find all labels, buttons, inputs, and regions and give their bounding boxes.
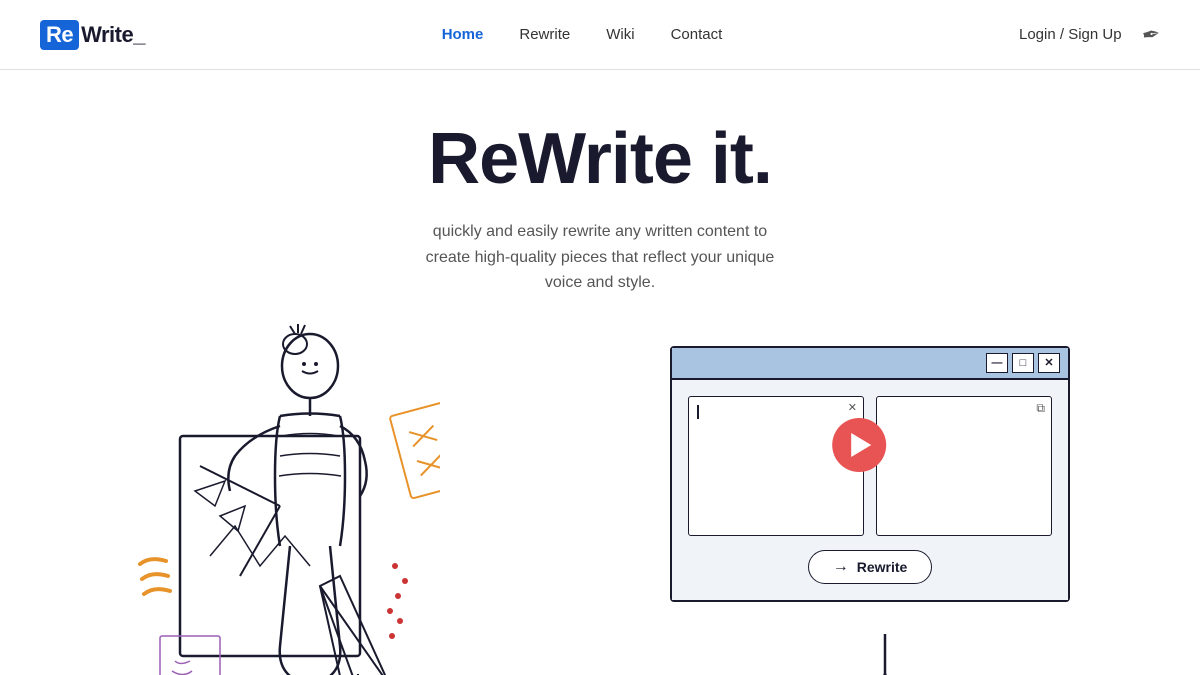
rewrite-button[interactable]: → Rewrite: [808, 550, 933, 584]
login-button[interactable]: Login / Sign Up: [1019, 26, 1122, 43]
nav-rewrite[interactable]: Rewrite: [519, 26, 570, 43]
app-window-mockup: — □ ✕ ✕ ⧉: [670, 346, 1070, 602]
input-textarea[interactable]: ✕: [688, 396, 864, 536]
rewrite-button-row: → Rewrite: [688, 550, 1052, 584]
easel-stand: [840, 634, 930, 675]
rewrite-arrow-icon: →: [833, 558, 849, 576]
nav-home[interactable]: Home: [442, 26, 484, 43]
illustration-area: — □ ✕ ✕ ⧉: [0, 336, 1200, 675]
hero-title: ReWrite it.: [428, 120, 772, 199]
play-triangle-icon: [851, 433, 871, 457]
window-titlebar: — □ ✕: [672, 348, 1068, 380]
pen-icon: ✒: [1139, 20, 1162, 49]
header: Re Write_ Home Rewrite Wiki Contact Logi…: [0, 0, 1200, 70]
copy-icon[interactable]: ⧉: [1036, 401, 1045, 416]
header-right: Login / Sign Up ✒: [1019, 22, 1160, 48]
logo: Re Write_: [40, 20, 145, 50]
hero-subtitle: quickly and easily rewrite any written c…: [410, 219, 790, 296]
window-close-button[interactable]: ✕: [1038, 353, 1060, 373]
main-nav: Home Rewrite Wiki Contact: [442, 26, 723, 43]
window-minimize-button[interactable]: —: [986, 353, 1008, 373]
window-maximize-button[interactable]: □: [1012, 353, 1034, 373]
logo-re: Re: [40, 20, 79, 50]
output-textarea[interactable]: ⧉: [876, 396, 1052, 536]
window-content: ✕ ⧉ → Rewrite: [672, 380, 1068, 600]
rewrite-btn-label: Rewrite: [857, 559, 908, 575]
hero-section: ReWrite it. quickly and easily rewrite a…: [0, 70, 1200, 675]
person-illustration: [80, 306, 440, 675]
text-cursor: [697, 405, 699, 419]
nav-contact[interactable]: Contact: [671, 26, 723, 43]
play-button[interactable]: [832, 418, 886, 472]
nav-wiki[interactable]: Wiki: [606, 26, 634, 43]
clear-input-icon[interactable]: ✕: [848, 401, 857, 414]
logo-write: Write_: [81, 22, 145, 48]
